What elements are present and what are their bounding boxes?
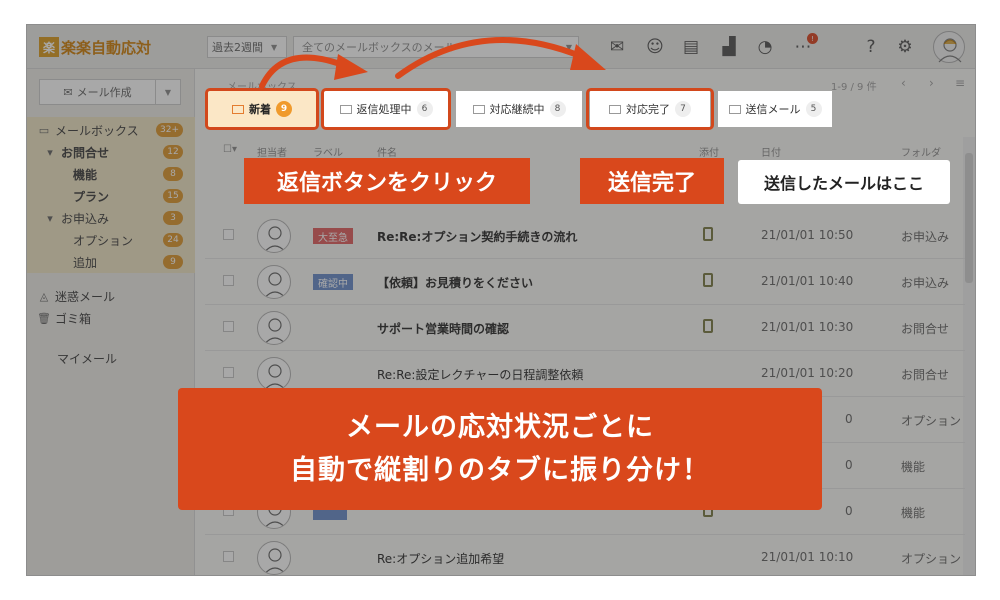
callout-reply-click: 返信ボタンをクリック (244, 158, 530, 204)
headline-banner: メールの応対状況ごとに 自動で縦割りのタブに振り分け！ (178, 388, 822, 510)
callout-sent-done: 送信完了 (580, 158, 724, 204)
flow-arrows (259, 37, 606, 89)
headline-line-1: メールの応対状況ごとに (346, 412, 654, 443)
headline-line-2: 自動で縦割りのタブに振り分け！ (290, 455, 710, 486)
callout-sent-here: 送信したメールはここ (738, 160, 950, 204)
